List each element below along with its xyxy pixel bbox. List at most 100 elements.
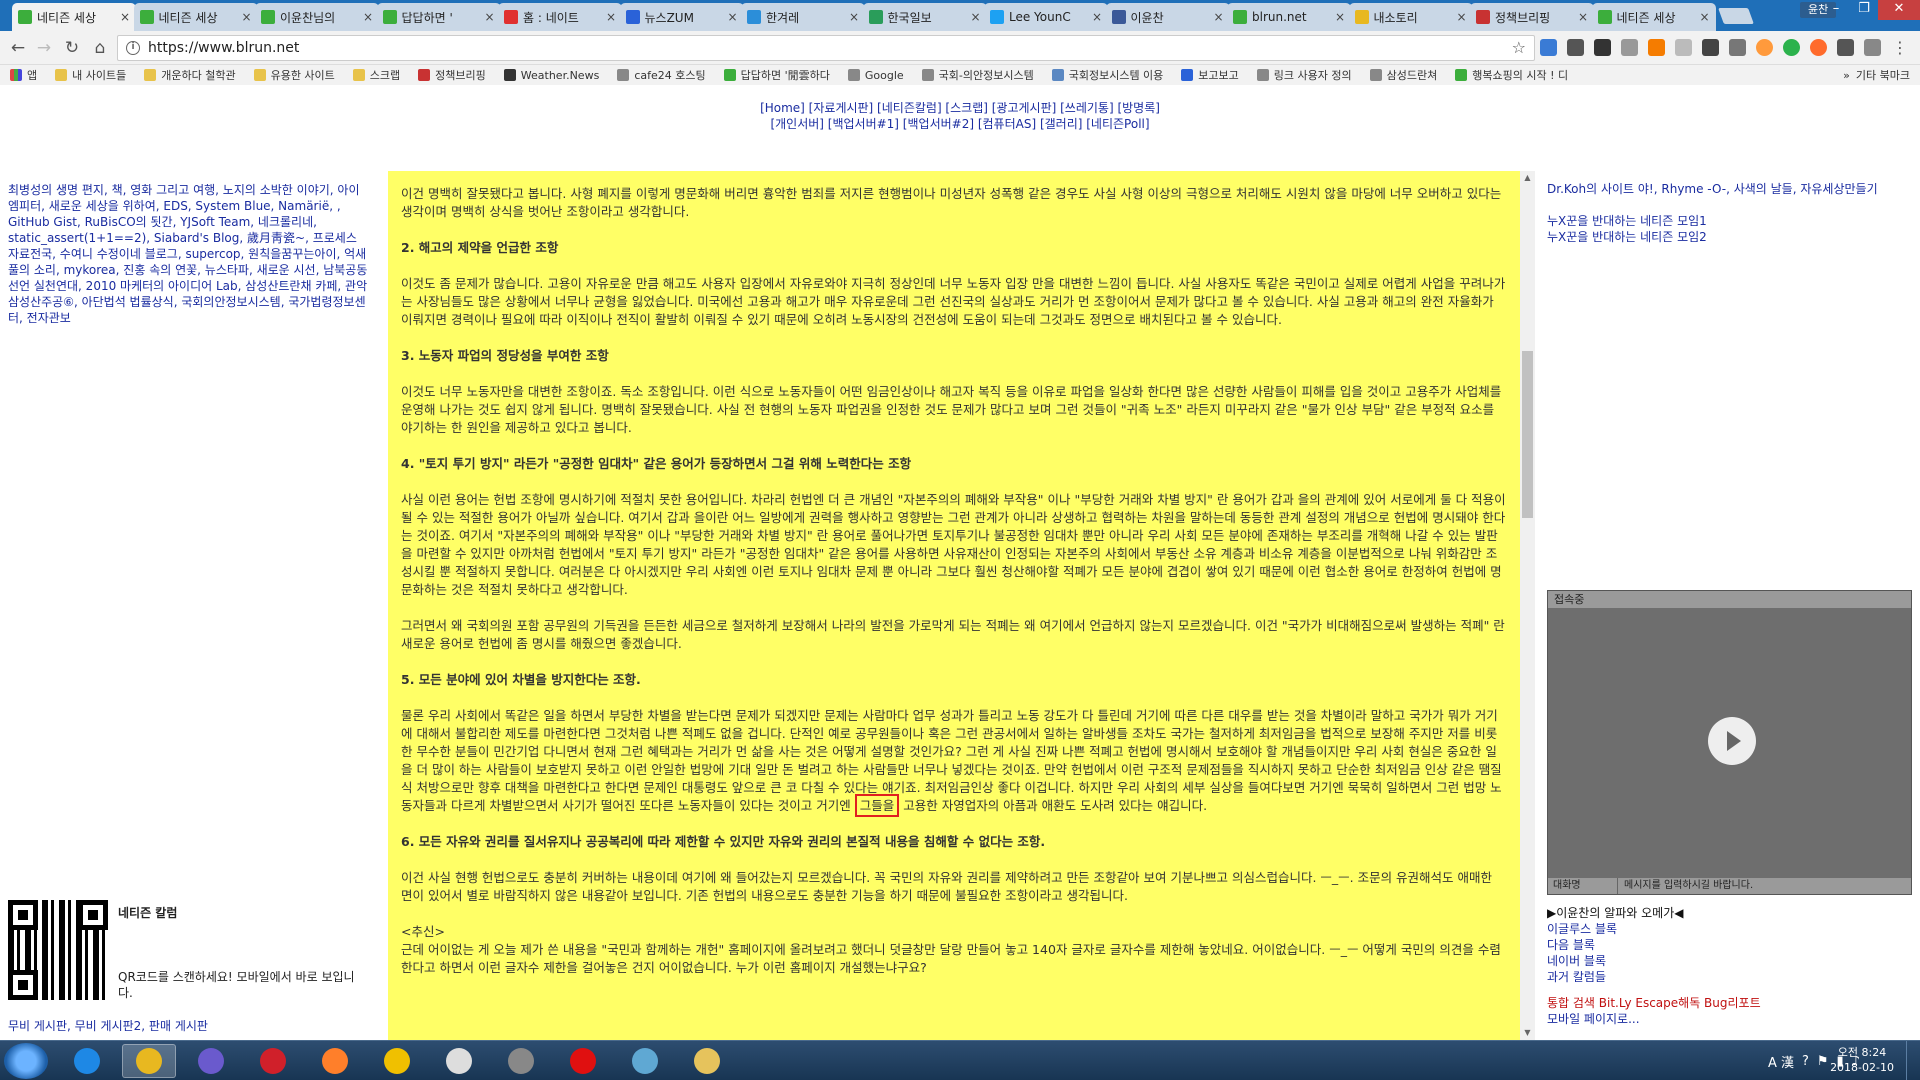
bookmark-item[interactable]: 앱 (10, 67, 37, 83)
taskbar-record-icon[interactable] (556, 1044, 610, 1078)
extension-icon[interactable] (1702, 39, 1719, 56)
taskbar-app-s-icon[interactable] (184, 1044, 238, 1078)
blog-link[interactable]: 네이버 블록 (1547, 953, 1684, 969)
flag-icon[interactable]: ⚑ (1817, 1054, 1829, 1069)
tab-close-icon[interactable]: × (241, 10, 251, 24)
play-icon[interactable] (1708, 717, 1756, 765)
bookmark-item[interactable]: 국회-의안정보시스템 (921, 67, 1034, 83)
extension-icon[interactable] (1540, 39, 1557, 56)
start-button[interactable] (4, 1043, 48, 1079)
extension-icon[interactable] (1621, 39, 1638, 56)
blog-title[interactable]: ▶이윤찬의 알파와 오메가◀ (1547, 905, 1684, 921)
bookmark-item[interactable]: 내 사이트들 (55, 67, 126, 83)
tab-close-icon[interactable]: × (1213, 10, 1223, 24)
scroll-thumb[interactable] (1522, 351, 1533, 518)
browser-tab[interactable]: Lee YounC × (984, 3, 1108, 31)
browser-tab[interactable]: blrun.net × (1227, 3, 1351, 31)
address-bar[interactable]: i https://www.blrun.net ☆ (117, 35, 1535, 61)
browser-tab[interactable]: 한국일보 × (862, 3, 987, 31)
search-links[interactable]: 통합 검색 Bit.Ly Escape해독 Bug리포트 (1547, 995, 1761, 1011)
info-icon[interactable]: i (126, 41, 140, 55)
clock[interactable]: 오전 8:24 2018-02-10 (1830, 1045, 1894, 1075)
extension-icon[interactable] (1810, 39, 1827, 56)
browser-tab[interactable]: 네티즌 세상 × (133, 3, 258, 31)
bookmark-item[interactable]: cafe24 호스팅 (617, 67, 706, 83)
browser-tab[interactable]: 이윤찬님의 × (255, 3, 379, 31)
browser-tab[interactable]: 답답하면 ' × (376, 3, 501, 31)
bookmark-item[interactable]: Weather.News (503, 69, 599, 82)
article-scrollbar[interactable]: ▲ ▼ (1520, 171, 1535, 1040)
close-window-icon[interactable]: ✕ (1878, 0, 1920, 20)
site-nav-line2[interactable]: [개인서버] [백업서버#1] [백업서버#2] [컴퓨터AS] [갤러리] [… (0, 116, 1920, 132)
anti-link-1[interactable]: 누X꾼을 반대하는 네티즌 모임1 (1547, 213, 1920, 229)
menu-icon[interactable]: ⋮ (1892, 38, 1908, 57)
extension-icon[interactable] (1594, 39, 1611, 56)
extension-icon[interactable] (1783, 39, 1800, 56)
help-icon[interactable]: ? (1802, 1054, 1809, 1069)
home-icon[interactable]: ⌂ (90, 38, 110, 58)
taskbar-ie-icon[interactable] (60, 1044, 114, 1078)
back-icon[interactable]: ← (8, 38, 28, 58)
tab-close-icon[interactable]: × (1092, 10, 1102, 24)
extension-icon[interactable] (1729, 39, 1746, 56)
extension-icon[interactable] (1675, 39, 1692, 56)
bookmark-item[interactable]: 국회정보시스템 이용 (1051, 67, 1163, 83)
blog-link[interactable]: 과거 칼럼들 (1547, 969, 1684, 985)
bookmark-item[interactable]: 스크랩 (352, 67, 400, 83)
taskbar-explorer-icon[interactable] (680, 1044, 734, 1078)
scroll-up-icon[interactable]: ▲ (1520, 171, 1535, 185)
blog-link[interactable]: 이글루스 블록 (1547, 921, 1684, 937)
bookmark-item[interactable]: 답답하면 '閒雲하다 (723, 67, 830, 83)
browser-tab[interactable]: 홈 : 네이트 × (498, 3, 622, 31)
mobile-link[interactable]: 모바일 페이지로... (1547, 1011, 1761, 1027)
taskbar-book-icon[interactable] (494, 1044, 548, 1078)
friend-sites[interactable]: Dr.Koh의 사이트 야!, Rhyme -O-, 사색의 날들, 자유세상만… (1547, 181, 1920, 197)
rss-icon[interactable] (1648, 39, 1665, 56)
tab-close-icon[interactable]: × (1335, 10, 1345, 24)
extension-icon[interactable] (1756, 39, 1773, 56)
taskbar-tool-icon[interactable] (370, 1044, 424, 1078)
bookmark-star-icon[interactable]: ☆ (1512, 38, 1526, 57)
minimize-icon[interactable]: – (1822, 0, 1850, 20)
reload-icon[interactable]: ↻ (62, 38, 82, 58)
bookmark-item[interactable]: 개운하다 철학관 (144, 67, 236, 83)
tab-close-icon[interactable]: × (1578, 10, 1588, 24)
tab-close-icon[interactable]: × (363, 10, 373, 24)
chat-nickname-field[interactable]: 대화명 (1548, 878, 1618, 894)
url-text[interactable]: https://www.blrun.net (148, 40, 299, 56)
forward-icon[interactable]: → (34, 38, 54, 58)
blog-link[interactable]: 다음 블록 (1547, 937, 1684, 953)
taskbar-chrome-icon[interactable] (122, 1044, 176, 1078)
extension-icon[interactable] (1864, 39, 1881, 56)
bookmark-item[interactable]: 정책브리핑 (418, 67, 486, 83)
bookmark-item[interactable]: 삼성드란쳐 (1369, 67, 1437, 83)
extension-icon[interactable] (1837, 39, 1854, 56)
scroll-down-icon[interactable]: ▼ (1520, 1026, 1535, 1040)
other-bookmarks[interactable]: 기타 북마크 (1856, 67, 1910, 83)
tab-close-icon[interactable]: × (606, 10, 616, 24)
tab-close-icon[interactable]: × (120, 10, 130, 24)
browser-tab[interactable]: 뉴스ZUM × (619, 3, 744, 31)
bookmark-item[interactable]: 보고보고 (1181, 67, 1239, 83)
tab-close-icon[interactable]: × (970, 10, 980, 24)
taskbar-network-icon[interactable] (618, 1044, 672, 1078)
extension-icon[interactable] (1567, 39, 1584, 56)
site-nav-line1[interactable]: [Home] [자료게시판] [네티즌칼럼] [스크랩] [광고게시판] [쓰레… (0, 100, 1920, 116)
browser-tab[interactable]: 내소토리 × (1348, 3, 1473, 31)
bookmark-item[interactable]: 유용한 사이트 (253, 67, 335, 83)
bookmark-item[interactable]: 행복쇼핑의 시작 ! 디 (1455, 67, 1568, 83)
browser-tab[interactable]: 네티즌 세상 × (1591, 3, 1716, 31)
taskbar-opera-icon[interactable] (246, 1044, 300, 1078)
ime-indicator[interactable]: A 漢 (1768, 1052, 1794, 1071)
tab-close-icon[interactable]: × (484, 10, 494, 24)
browser-tab[interactable]: 한겨레 × (741, 3, 865, 31)
bookmark-item[interactable]: 링크 사용자 정의 (1256, 67, 1352, 83)
show-desktop-button[interactable] (1906, 1041, 1920, 1080)
maximize-icon[interactable]: ❐ (1850, 0, 1878, 20)
left-link-list[interactable]: 최병성의 생명 편지, 책, 영화 그리고 여행, 노지의 소박한 이야기, 아… (8, 182, 368, 326)
tab-close-icon[interactable]: × (1699, 10, 1709, 24)
more-bookmarks-chevron-icon[interactable]: » (1843, 69, 1850, 82)
new-tab-button[interactable] (1718, 8, 1754, 24)
bookmark-item[interactable]: Google (847, 69, 904, 82)
taskbar-media-icon[interactable] (432, 1044, 486, 1078)
